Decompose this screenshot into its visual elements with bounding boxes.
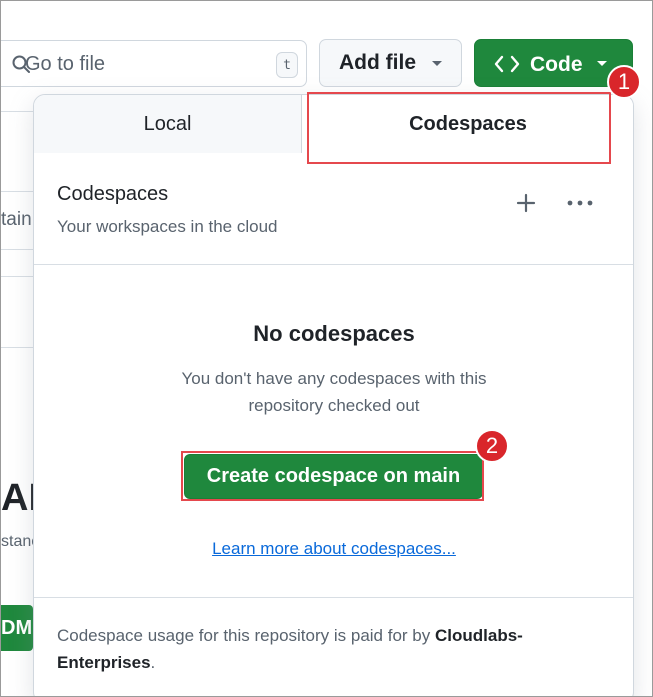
tab-label: Local [143,112,192,135]
kebab-horizontal-icon [567,200,593,206]
billing-prefix: Codespace usage for this repository is p… [57,626,431,645]
plus-icon [516,193,536,213]
tab-label: Codespaces [409,112,527,135]
section-subtitle: Your workspaces in the cloud [57,217,278,236]
create-codespace-button[interactable]: Create codespace on main [184,454,483,499]
bg-divider [1,111,33,112]
tab-local[interactable]: Local [34,95,302,153]
create-codespace-label: Create codespace on main [206,465,461,487]
empty-state-title: No codespaces [253,321,415,346]
bg-divider [1,249,33,250]
bg-partial-text: tain [1,209,32,230]
bg-divider [1,347,33,348]
step-badge-1: 1 [607,65,641,99]
keyboard-shortcut-hint: t [276,52,298,78]
code-brackets-icon [494,55,520,73]
billing-text: Codespace usage for this repository is p… [57,622,597,676]
chevron-down-icon [432,61,442,66]
search-placeholder: Go to file [25,53,106,75]
more-options-button[interactable] [565,189,595,217]
bg-partial-button[interactable]: DM [1,605,33,651]
codespaces-section-header: Codespaces Your workspaces in the cloud [34,153,633,265]
billing-suffix: . [150,653,156,672]
empty-state-description: You don't have any codespaces with this … [181,369,487,415]
learn-more-link[interactable]: Learn more about codespaces... [34,539,633,559]
step-badge-2: 2 [475,429,509,463]
add-file-label: Add file [339,51,416,74]
go-to-file-input[interactable]: Go to file t [1,40,307,87]
bg-divider [1,191,33,192]
bg-partial-text: stanc [1,533,33,550]
code-button-label: Code [530,53,583,76]
new-codespace-button[interactable] [512,189,540,217]
tab-codespaces[interactable]: Codespaces [302,95,633,153]
section-title: Codespaces [57,183,169,205]
bg-divider [1,276,33,277]
panel-tabs: Local Codespaces [34,95,633,153]
screenshot-root: tain AD stanc DM Go to file t Add file C… [0,0,653,697]
add-file-button[interactable]: Add file [319,39,462,87]
chevron-down-icon [597,61,607,66]
billing-footer: Codespace usage for this repository is p… [34,597,633,696]
bg-partial-heading: AD [1,477,33,519]
code-dropdown-panel: Local Codespaces Codespaces Your workspa… [33,94,634,696]
